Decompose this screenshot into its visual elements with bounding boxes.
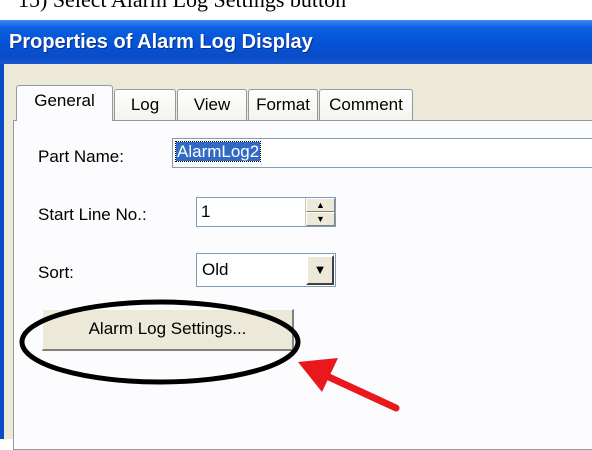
start-line-value: 1	[201, 202, 211, 221]
properties-dialog: Properties of Alarm Log Display General …	[0, 20, 592, 450]
chevron-down-icon: ▼	[313, 262, 327, 277]
part-name-value: AlarmLog2	[174, 141, 262, 162]
tab-comment[interactable]: Comment	[319, 89, 413, 120]
general-tab-panel: Part Name: AlarmLog2 Start Line No.: 1 ▲…	[13, 120, 592, 450]
alarm-log-settings-button[interactable]: Alarm Log Settings...	[42, 309, 294, 351]
part-name-input[interactable]: AlarmLog2	[172, 138, 592, 168]
start-line-spinner[interactable]: 1 ▲ ▼	[196, 197, 336, 227]
dialog-client-area: General Log View Format Comment Part Nam…	[0, 64, 592, 450]
document-caption: 15) Select Alarm Log Settings button	[0, 0, 592, 11]
arrow-down-icon: ▼	[316, 214, 325, 224]
tab-view[interactable]: View	[177, 89, 247, 120]
tab-format[interactable]: Format	[248, 89, 318, 120]
sort-label: Sort:	[38, 263, 74, 282]
spinner-buttons: ▲ ▼	[305, 198, 335, 226]
tab-general[interactable]: General	[16, 85, 113, 121]
tab-log[interactable]: Log	[114, 89, 176, 120]
arrow-up-icon: ▲	[316, 200, 325, 210]
spin-down-button[interactable]: ▼	[306, 212, 335, 226]
dropdown-button[interactable]: ▼	[306, 255, 334, 285]
sort-dropdown[interactable]: Old ▼	[196, 253, 336, 287]
sort-value: Old	[202, 260, 229, 279]
start-line-label: Start Line No.:	[38, 205, 147, 224]
spin-up-button[interactable]: ▲	[306, 198, 335, 212]
window-title[interactable]: Properties of Alarm Log Display	[0, 20, 592, 64]
part-name-label: Part Name:	[38, 147, 124, 166]
tab-strip: General Log View Format Comment	[16, 85, 576, 121]
